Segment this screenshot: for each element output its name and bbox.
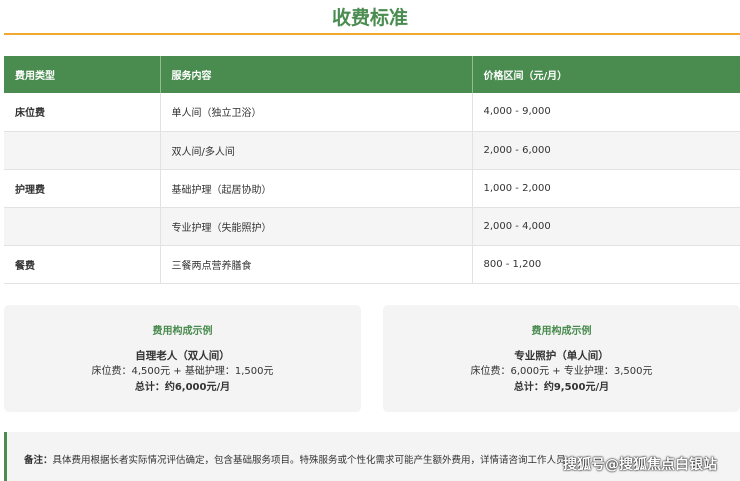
price: 4,000 - 9,000 xyxy=(472,93,740,132)
service: 专业护理（失能照护） xyxy=(160,207,473,246)
service: 双人间/多人间 xyxy=(160,131,473,170)
title-divider xyxy=(4,33,740,35)
fee-type: 床位费 xyxy=(4,93,161,132)
example-total: 总计：约6,000元/月 xyxy=(134,382,231,393)
watermark: 搜狐号@搜狐焦点白银站 xyxy=(563,457,717,473)
fee-type xyxy=(4,207,161,246)
header-price: 价格区间（元/月） xyxy=(472,56,740,93)
price: 800 - 1,200 xyxy=(472,245,740,284)
example-detail: 床位费：4,500元 + 基础护理：1,500元 xyxy=(91,366,274,377)
example-name: 自理老人（双人间） xyxy=(135,350,230,362)
service: 单人间（独立卫浴） xyxy=(160,93,473,132)
page-title: 收费标准 xyxy=(331,7,408,29)
service: 三餐两点营养膳食 xyxy=(160,245,473,284)
price: 1,000 - 2,000 xyxy=(472,169,740,208)
example-heading: 费用构成示例 xyxy=(152,326,213,337)
fee-type: 餐费 xyxy=(4,245,161,284)
price: 2,000 - 6,000 xyxy=(472,131,740,170)
header-service: 服务内容 xyxy=(160,56,473,93)
fee-type xyxy=(4,131,161,170)
note-text: 具体费用根据长者实际情况评估确定，包含基础服务项目。特殊服务或个性化需求可能产生… xyxy=(52,455,576,466)
example-card-professional: 费用构成示例 专业照护（单人间） 床位费：6,000元 + 专业护理：3,500… xyxy=(383,305,740,412)
service: 基础护理（起居协助） xyxy=(160,169,473,208)
header-fee-type: 费用类型 xyxy=(4,56,161,93)
fee-table: 费用类型 服务内容 价格区间（元/月） 床位费 单人间（独立卫浴） 4,000 - … xyxy=(4,56,740,284)
example-detail: 床位费：6,000元 + 专业护理：3,500元 xyxy=(470,366,653,377)
table-row: 双人间/多人间 2,000 - 6,000 xyxy=(4,131,740,170)
price: 2,000 - 4,000 xyxy=(472,207,740,246)
fee-type: 护理费 xyxy=(4,169,161,208)
example-card-self-care: 费用构成示例 自理老人（双人间） 床位费：4,500元 + 基础护理：1,500… xyxy=(4,305,361,412)
table-row: 床位费 单人间（独立卫浴） 4,000 - 9,000 xyxy=(4,93,740,132)
table-header: 费用类型 服务内容 价格区间（元/月） xyxy=(4,56,740,93)
table-row: 护理费 基础护理（起居协助） 1,000 - 2,000 xyxy=(4,169,740,208)
table-row: 专业护理（失能照护） 2,000 - 4,000 xyxy=(4,207,740,246)
example-heading: 费用构成示例 xyxy=(531,326,592,337)
table-row: 餐费 三餐两点营养膳食 800 - 1,200 xyxy=(4,245,740,284)
example-total: 总计：约9,500元/月 xyxy=(513,382,610,393)
example-name: 专业照护（单人间） xyxy=(514,350,609,362)
note-label: 备注： xyxy=(24,455,53,466)
